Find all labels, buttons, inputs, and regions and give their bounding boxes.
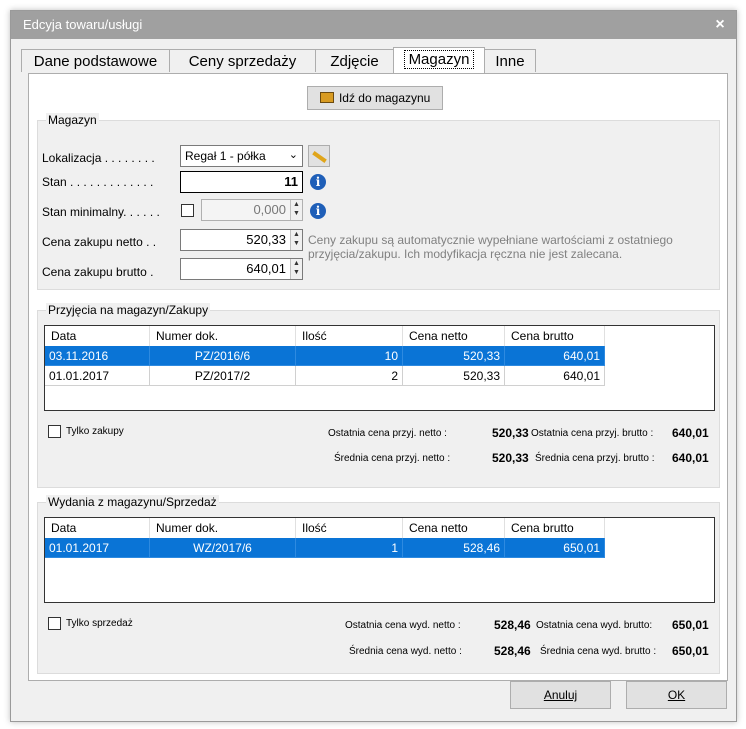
column-header[interactable]: Data (45, 518, 150, 538)
ost-brutto-label: Ostatnia cena przyj. brutto : (531, 428, 654, 439)
stan-minimalny-label: Stan minimalny. . . . . . (42, 205, 160, 219)
column-header[interactable]: Cena brutto (505, 326, 605, 346)
cena-netto-label: Cena zakupu netto . . (42, 235, 157, 249)
sr-brutto-value: 650,01 (672, 644, 709, 658)
info-icon[interactable]: i (310, 203, 326, 219)
stan-minimalny-checkbox[interactable] (181, 204, 194, 217)
column-header[interactable]: Cena brutto (505, 518, 605, 538)
column-header[interactable]: Data (45, 326, 150, 346)
goto-warehouse-button[interactable]: Idź do magazynu (307, 86, 443, 110)
ost-netto-label: Ostatnia cena wyd. netto : (345, 620, 461, 631)
info-icon[interactable]: i (310, 174, 326, 190)
magazyn-group-title: Magazyn (46, 113, 99, 127)
column-header[interactable]: Cena netto (403, 326, 505, 346)
dialog-window: Edcyja towaru/usługi × Dane podstawowe C… (10, 10, 737, 722)
sr-netto-value: 528,46 (494, 644, 531, 658)
ost-brutto-value: 650,01 (672, 618, 709, 632)
column-header[interactable]: Numer dok. (150, 326, 296, 346)
tab-dane-podstawowe[interactable]: Dane podstawowe (21, 49, 170, 72)
lokalizacja-select[interactable]: Regał 1 - półka ⌄ (180, 145, 303, 167)
cancel-button[interactable]: Anuluj (510, 681, 611, 709)
column-header[interactable]: Cena netto (403, 518, 505, 538)
ost-brutto-value: 640,01 (672, 426, 709, 440)
przyjecia-grid[interactable]: Data Numer dok. Ilość Cena netto Cena br… (44, 325, 715, 411)
chevron-down-icon: ⌄ (288, 149, 298, 161)
magazyn-group: Magazyn Lokalizacja . . . . . . . . Rega… (37, 113, 720, 290)
column-header[interactable]: Numer dok. (150, 518, 296, 538)
sr-netto-label: Średnia cena wyd. netto : (349, 646, 462, 657)
stan-label: Stan . . . . . . . . . . . . . (42, 175, 154, 189)
przyjecia-group-title: Przyjęcia na magazyn/Zakupy (46, 303, 211, 317)
sr-brutto-value: 640,01 (672, 451, 709, 465)
tylko-zakupy-checkbox[interactable] (48, 425, 61, 438)
sr-netto-value: 520,33 (492, 451, 529, 465)
window-title: Edcyja towaru/usługi (23, 17, 143, 32)
tylko-sprzedaz-label: Tylko sprzedaż (66, 618, 133, 629)
tylko-zakupy-label: Tylko zakupy (66, 426, 124, 437)
ost-netto-label: Ostatnia cena przyj. netto : (328, 428, 447, 439)
title-bar: Edcyja towaru/usługi × (11, 11, 736, 39)
tab-zdjecie[interactable]: Zdjęcie (315, 49, 394, 72)
info-text: Ceny zakupu są automatycznie wypełniane … (308, 233, 673, 261)
tab-inne[interactable]: Inne (484, 49, 536, 72)
sr-brutto-label: Średnia cena przyj. brutto : (535, 453, 655, 464)
spin-arrows-icon[interactable]: ▲ ▼ (290, 200, 302, 220)
ost-brutto-label: Ostatnia cena wyd. brutto: (536, 620, 653, 631)
tab-panel-magazyn: Idź do magazynu Magazyn Lokalizacja . . … (28, 73, 728, 681)
cena-netto-field[interactable]: 520,33 ▲ ▼ (180, 229, 303, 251)
wydania-grid[interactable]: Data Numer dok. Ilość Cena netto Cena br… (44, 517, 715, 603)
sr-brutto-label: Średnia cena wyd. brutto : (540, 646, 657, 657)
cena-brutto-label: Cena zakupu brutto . (42, 265, 154, 279)
ok-button[interactable]: OK (626, 681, 727, 709)
spin-arrows-icon[interactable]: ▲ ▼ (290, 230, 302, 250)
wydania-group: Wydania z magazynu/Sprzedaż Data Numer d… (37, 495, 720, 674)
cena-brutto-field[interactable]: 640,01 ▲ ▼ (180, 258, 303, 280)
close-icon[interactable]: × (710, 15, 730, 35)
tab-magazyn[interactable]: Magazyn (393, 47, 485, 73)
edit-location-button[interactable] (308, 145, 330, 167)
tylko-sprzedaz-checkbox[interactable] (48, 617, 61, 630)
przyjecia-group: Przyjęcia na magazyn/Zakupy Data Numer d… (37, 303, 720, 488)
ost-netto-value: 528,46 (494, 618, 531, 632)
tab-ceny-sprzedazy[interactable]: Ceny sprzedaży (169, 49, 316, 72)
column-header[interactable]: Ilość (296, 326, 403, 346)
spin-arrows-icon[interactable]: ▲ ▼ (290, 259, 302, 279)
pencil-icon (312, 151, 327, 163)
lokalizacja-label: Lokalizacja . . . . . . . . (42, 151, 155, 165)
column-header[interactable]: Ilość (296, 518, 403, 538)
sr-netto-label: Średnia cena przyj. netto : (334, 453, 451, 464)
forklift-icon (319, 92, 334, 103)
stan-field[interactable]: 11 (180, 171, 303, 193)
ost-netto-value: 520,33 (492, 426, 529, 440)
wydania-group-title: Wydania z magazynu/Sprzedaż (46, 495, 219, 509)
stan-minimalny-field[interactable]: 0,000 ▲ ▼ (201, 199, 303, 221)
